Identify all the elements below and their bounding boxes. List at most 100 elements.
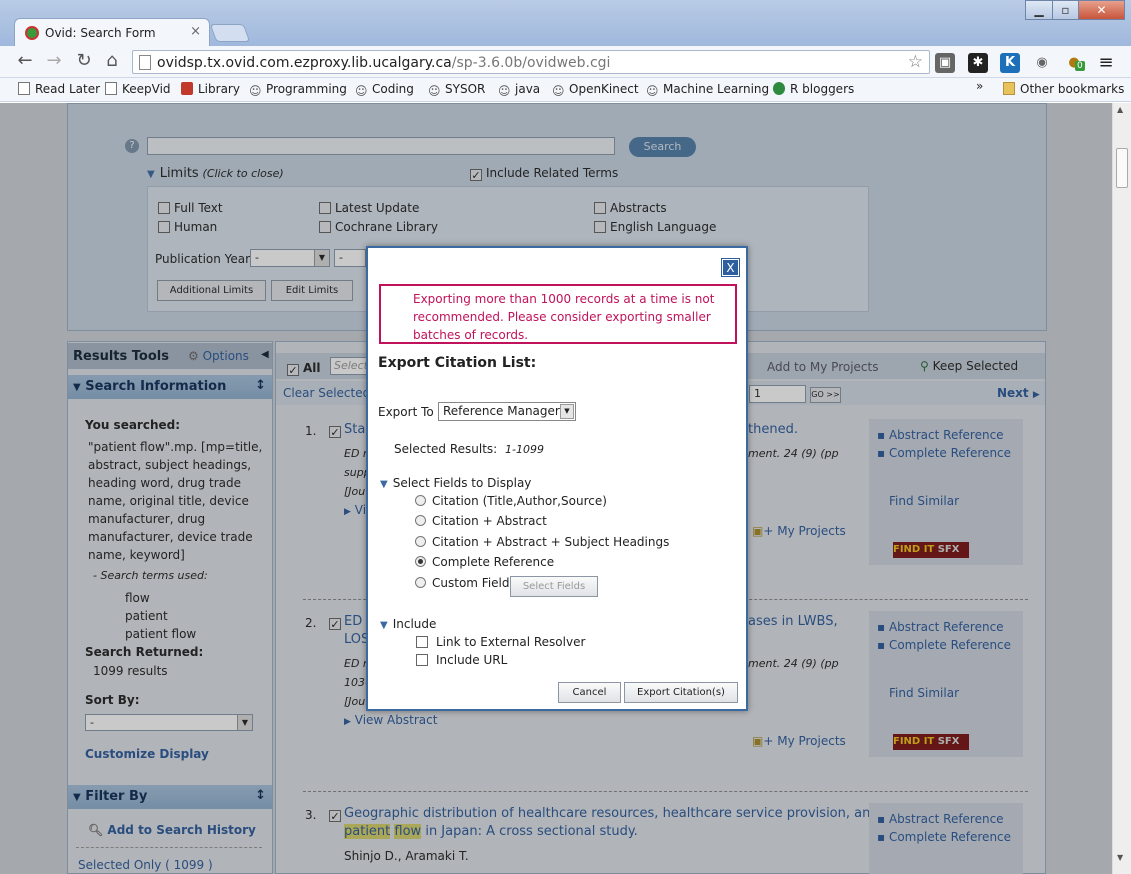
- field-option-citation-abstract[interactable]: Citation + Abstract: [415, 514, 547, 528]
- bookmark-label: Other bookmarks: [1020, 82, 1125, 96]
- field-option-label: Citation + Abstract: [432, 514, 547, 528]
- cancel-button[interactable]: Cancel: [558, 682, 621, 703]
- dropdown-arrow-icon: ▼: [560, 404, 574, 419]
- bookmarks-overflow-icon[interactable]: »: [976, 79, 983, 93]
- shield-icon: [181, 82, 193, 95]
- bookmark-label: java: [515, 82, 541, 96]
- bookmark-other[interactable]: Other bookmarks: [1003, 82, 1124, 96]
- radio-selected-icon: [415, 556, 426, 567]
- radio-icon: [415, 495, 426, 506]
- reddit-icon: ☺: [428, 84, 441, 98]
- folder-icon: [1003, 82, 1015, 95]
- bookmark-label: Programming: [266, 82, 347, 96]
- export-to-value: Reference Manager: [443, 404, 560, 418]
- address-bar[interactable]: ovidsp.tx.ovid.com.ezproxy.lib.ucalgary.…: [132, 50, 930, 74]
- field-option-label: Complete Reference: [432, 555, 555, 569]
- url-host: ovidsp.tx.ovid.com.ezproxy.lib.ucalgary.…: [157, 55, 452, 71]
- select-fields-button[interactable]: Select Fields: [510, 576, 598, 597]
- page-scrollbar[interactable]: ▲ ▼: [1112, 103, 1131, 874]
- include-heading-label: Include: [392, 617, 437, 631]
- bookmark-label: KeepVid: [122, 82, 171, 96]
- bookmark-read-later[interactable]: Read Later: [18, 82, 100, 96]
- url-path: /sp-3.6.0b/ovidweb.cgi: [451, 55, 611, 71]
- extension-badge-count: 0: [1075, 61, 1085, 71]
- checkbox-icon: [416, 654, 428, 666]
- menu-icon[interactable]: ≡: [1096, 53, 1116, 73]
- page-content: ? Search ▼Limits (Click to close) Includ…: [0, 103, 1112, 874]
- radio-icon: [415, 577, 426, 588]
- tab-close-icon[interactable]: ×: [190, 24, 201, 39]
- bookmark-openkinect[interactable]: ☺ OpenKinect: [552, 82, 639, 98]
- radio-icon: [415, 515, 426, 526]
- selected-results-label: Selected Results:: [394, 442, 498, 456]
- new-tab-button[interactable]: [209, 24, 251, 42]
- field-option-label: Citation + Abstract + Subject Headings: [432, 535, 670, 549]
- triangle-down-icon: ▼: [380, 620, 388, 631]
- include-url[interactable]: Include URL: [416, 653, 507, 667]
- dialog-title: Export Citation List:: [378, 355, 537, 371]
- warning-message: Exporting more than 1000 records at a ti…: [379, 284, 737, 344]
- bookmark-label: SYSOR: [445, 82, 486, 96]
- bookmark-label: Library: [198, 82, 240, 96]
- bookmark-coding[interactable]: ☺ Coding: [355, 82, 414, 98]
- checkbox-icon: [416, 636, 428, 648]
- close-window-button[interactable]: ✕: [1078, 0, 1125, 20]
- field-option-label: Citation (Title,Author,Source): [432, 494, 607, 508]
- bookmark-star-icon[interactable]: ☆: [908, 52, 923, 72]
- bookmark-keepvid[interactable]: KeepVid: [105, 82, 171, 96]
- bookmark-label: OpenKinect: [569, 82, 639, 96]
- export-to-select[interactable]: Reference Manager ▼: [438, 402, 576, 421]
- scroll-up-icon[interactable]: ▲: [1117, 105, 1123, 114]
- r-icon: [773, 82, 785, 95]
- reddit-icon: ☺: [552, 84, 565, 98]
- include-external-resolver[interactable]: Link to External Resolver: [416, 635, 585, 649]
- field-option-complete-reference[interactable]: Complete Reference: [415, 555, 554, 569]
- bookmark-label: Coding: [372, 82, 414, 96]
- bookmark-machine-learning[interactable]: ☺ Machine Learning: [646, 82, 770, 98]
- export-to-label: Export To: [378, 405, 434, 419]
- bookmark-programming[interactable]: ☺ Programming: [249, 82, 347, 98]
- bookmark-label: Machine Learning: [663, 82, 770, 96]
- forward-icon[interactable]: →: [43, 52, 65, 72]
- badge-extension-icon[interactable]: ● 0: [1064, 53, 1085, 73]
- back-icon[interactable]: ←: [14, 52, 36, 72]
- bookmark-label: R bloggers: [790, 82, 855, 96]
- bookmark-java[interactable]: ☺ java: [498, 82, 541, 98]
- scrollbar-thumb[interactable]: [1116, 148, 1128, 188]
- include-option-label: Include URL: [436, 653, 508, 667]
- tab-title: Ovid: Search Form: [45, 26, 156, 40]
- field-option-citation[interactable]: Citation (Title,Author,Source): [415, 494, 607, 508]
- include-heading[interactable]: ▼ Include: [380, 617, 436, 631]
- fields-heading[interactable]: ▼ Select Fields to Display: [380, 476, 531, 490]
- reddit-icon: ☺: [249, 84, 262, 98]
- dialog-close-button[interactable]: X: [721, 258, 740, 277]
- puzzle-extension-icon[interactable]: ✱: [968, 53, 988, 73]
- field-option-custom[interactable]: Custom Fields: [415, 576, 516, 590]
- field-option-citation-abstract-subject[interactable]: Citation + Abstract + Subject Headings: [415, 535, 669, 549]
- k-extension-icon[interactable]: K: [1000, 53, 1020, 73]
- eye-extension-icon[interactable]: ◉: [1032, 53, 1052, 73]
- radio-icon: [415, 536, 426, 547]
- bookmark-label: Read Later: [35, 82, 101, 96]
- bookmark-r-bloggers[interactable]: R bloggers: [773, 82, 854, 96]
- bookmark-sysor[interactable]: ☺ SYSOR: [428, 82, 486, 98]
- fields-heading-label: Select Fields to Display: [392, 476, 532, 490]
- minimize-button[interactable]: ▁: [1025, 0, 1053, 20]
- include-option-label: Link to External Resolver: [436, 635, 586, 649]
- scroll-down-icon[interactable]: ▼: [1117, 853, 1123, 862]
- reload-icon[interactable]: ↻: [73, 52, 95, 72]
- triangle-down-icon: ▼: [380, 479, 388, 490]
- bookmark-library[interactable]: Library: [181, 82, 240, 96]
- evernote-icon[interactable]: ▣: [935, 53, 955, 73]
- page-icon: [139, 55, 151, 70]
- selected-results-value: 1-1099: [505, 443, 544, 456]
- field-option-label: Custom Fields: [432, 576, 516, 590]
- reddit-icon: ☺: [355, 84, 368, 98]
- ovid-favicon-icon: [25, 26, 39, 40]
- export-citations-button[interactable]: Export Citation(s): [624, 682, 738, 703]
- export-citation-dialog: X Exporting more than 1000 records at a …: [366, 246, 748, 711]
- browser-tab[interactable]: Ovid: Search Form ×: [14, 18, 210, 48]
- home-icon[interactable]: ⌂: [101, 52, 123, 72]
- maximize-button[interactable]: ▫: [1052, 0, 1079, 20]
- page-icon: [105, 82, 117, 95]
